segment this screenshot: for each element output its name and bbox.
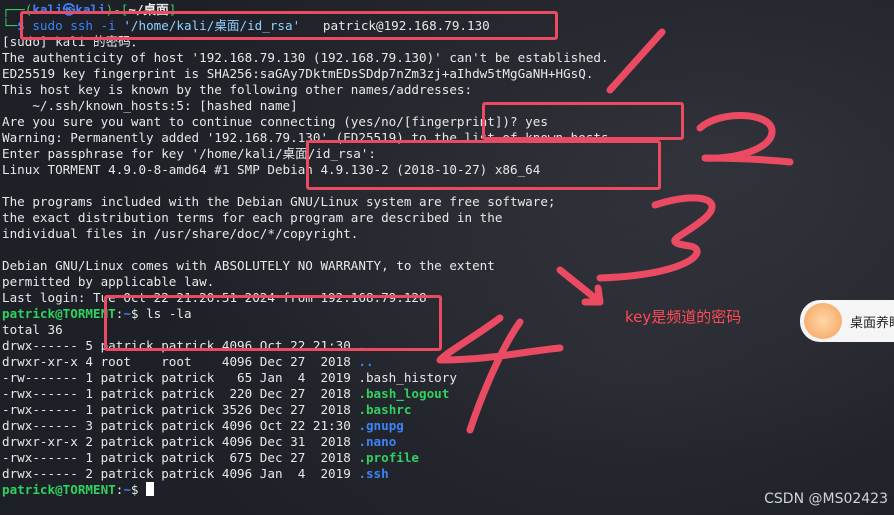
annotation-note: key是频道的密码 — [625, 308, 742, 326]
handwritten-number-4 — [436, 314, 564, 434]
avatar — [804, 303, 842, 339]
avatar-label: 桌面养眼 — [850, 316, 894, 331]
watermark: CSDN @MS02423 — [764, 491, 888, 507]
handwritten-annotations — [436, 28, 794, 434]
handwritten-number-2 — [696, 112, 794, 166]
annotation-arrow — [556, 266, 604, 306]
handwritten-number-3 — [596, 194, 716, 282]
avatar-badge[interactable]: 桌面养眼 — [800, 300, 894, 342]
handwritten-number-1 — [606, 28, 666, 94]
